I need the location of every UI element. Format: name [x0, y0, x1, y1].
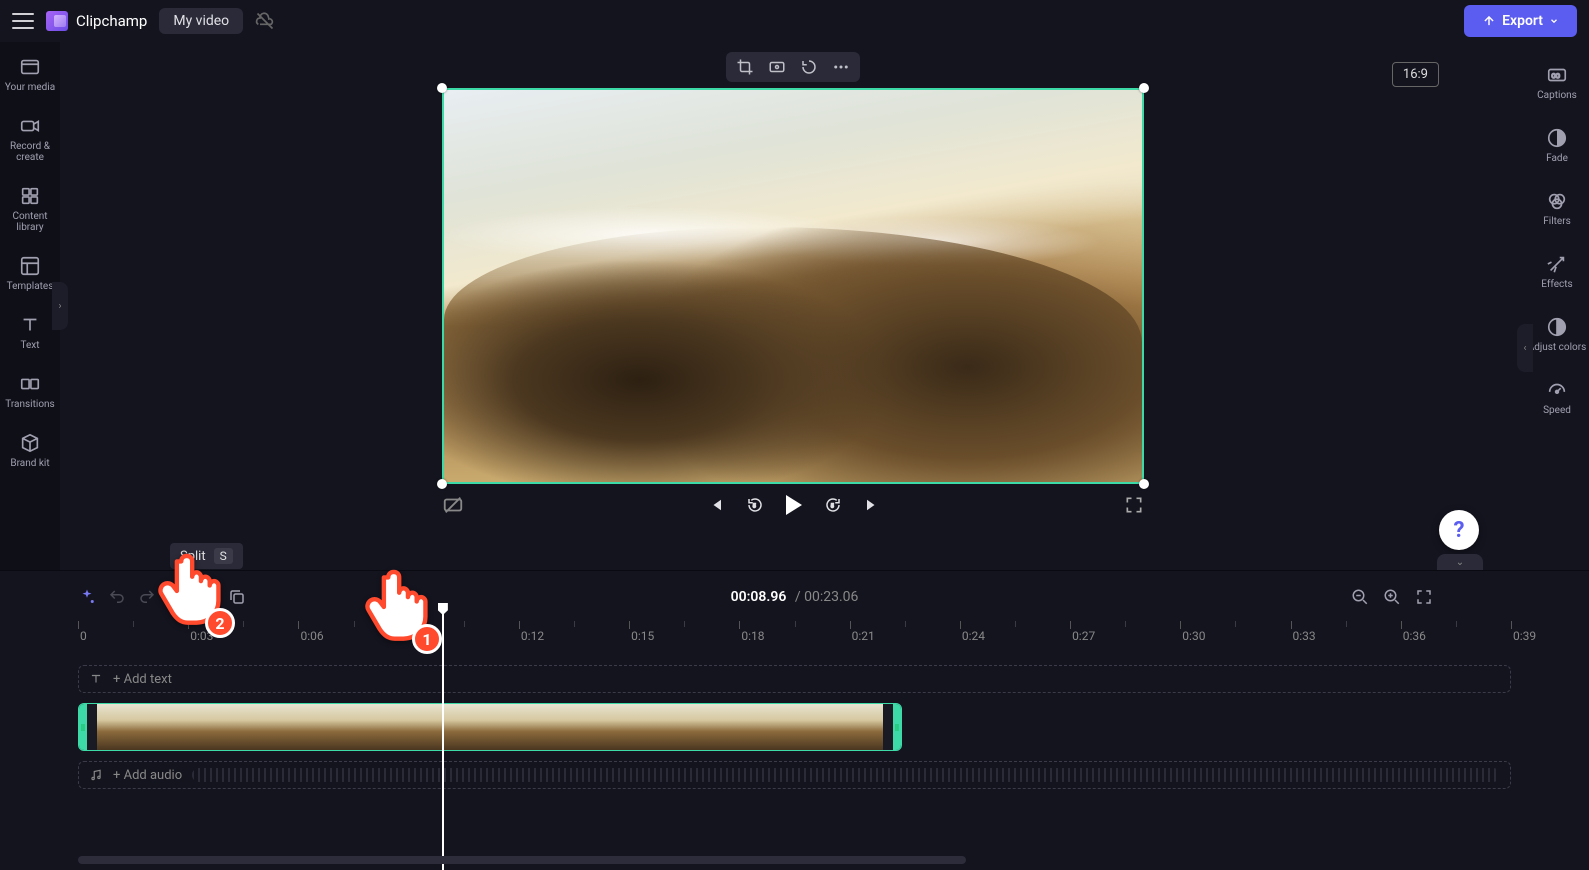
timeline-scrollbar[interactable] — [78, 856, 1511, 864]
zoom-out-icon[interactable] — [1351, 588, 1369, 606]
right-captions[interactable]: CC Captions — [1525, 60, 1589, 105]
playhead[interactable] — [442, 607, 444, 870]
effects-icon — [1546, 253, 1568, 275]
split-button[interactable] — [168, 588, 186, 606]
skip-forward-icon[interactable] — [864, 496, 882, 514]
fullscreen-icon[interactable] — [1124, 495, 1144, 515]
play-button[interactable] — [786, 495, 802, 515]
timeline-zoom — [1351, 588, 1433, 606]
export-label: Export — [1502, 13, 1543, 29]
project-title[interactable]: My video — [159, 8, 243, 34]
audio-track-hint: + Add audio — [113, 768, 182, 783]
right-sidebar-collapse[interactable]: ‹ — [1517, 324, 1533, 372]
split-tooltip: Split S — [170, 543, 243, 569]
skip-back-icon[interactable] — [706, 496, 724, 514]
export-button[interactable]: Export — [1464, 5, 1577, 37]
svg-text:5: 5 — [830, 503, 833, 509]
right-sidebar: CC Captions Fade Filters Effects Adjust … — [1525, 42, 1589, 570]
app-name: Clipchamp — [76, 12, 147, 30]
sidebar-transitions[interactable]: Transitions — [0, 369, 60, 414]
delete-icon[interactable] — [198, 588, 216, 606]
captions-icon: CC — [1546, 64, 1568, 86]
right-adjust-colors[interactable]: Adjust colors — [1525, 312, 1589, 357]
sidebar-text[interactable]: Text — [0, 310, 60, 355]
resize-handle-tl[interactable] — [437, 83, 447, 93]
timeline-panel: Split S 00:08.96 / 00:23.06 — [0, 570, 1589, 870]
preview-canvas[interactable] — [442, 88, 1144, 484]
sidebar-content-library[interactable]: Content library — [0, 181, 60, 237]
templates-icon — [19, 255, 41, 277]
rewind-icon[interactable]: 5 — [746, 496, 764, 514]
filters-icon — [1546, 190, 1568, 212]
clip-handle-left[interactable]: || — [79, 704, 87, 750]
undo-icon[interactable] — [108, 588, 126, 606]
left-sidebar: Your media Record & create Content libra… — [0, 42, 60, 570]
transitions-icon — [19, 373, 41, 395]
right-fade[interactable]: Fade — [1525, 123, 1589, 168]
svg-text:5: 5 — [752, 503, 755, 509]
fade-icon — [1546, 127, 1568, 149]
playback-controls: 5 5 — [474, 495, 1114, 515]
sidebar-templates[interactable]: Templates — [0, 251, 60, 296]
hide-icon[interactable] — [442, 494, 464, 516]
pip-icon[interactable] — [800, 58, 818, 76]
help-button[interactable]: ? — [1439, 510, 1479, 550]
aspect-ratio-badge[interactable]: 16:9 — [1392, 62, 1439, 87]
magic-icon[interactable] — [78, 588, 96, 606]
sidebar-brand-kit[interactable]: Brand kit — [0, 428, 60, 473]
library-icon — [19, 185, 41, 207]
resize-handle-bl[interactable] — [437, 479, 447, 489]
clipchamp-logo-icon — [46, 11, 68, 31]
canvas-area: 5 5 16:9 — [60, 42, 1525, 570]
cloud-off-icon[interactable] — [255, 11, 275, 31]
brand-kit-icon — [19, 432, 41, 454]
zoom-fit-icon[interactable] — [1415, 588, 1433, 606]
chevron-down-icon — [1549, 16, 1559, 26]
timeline-ruler[interactable]: 00:030:060:090:120:150:180:210:240:270:3… — [78, 617, 1511, 645]
zoom-in-icon[interactable] — [1383, 588, 1401, 606]
sidebar-record-create[interactable]: Record & create — [0, 111, 60, 167]
menu-hamburger[interactable] — [12, 13, 34, 29]
more-icon[interactable] — [832, 58, 850, 76]
audio-track[interactable]: + Add audio — [78, 761, 1511, 789]
svg-text:CC: CC — [1552, 72, 1560, 80]
camera-icon — [19, 115, 41, 137]
text-track-hint: + Add text — [113, 672, 172, 687]
right-effects[interactable]: Effects — [1525, 249, 1589, 294]
timeline-time: 00:08.96 / 00:23.06 — [731, 589, 859, 605]
canvas-toolbar — [726, 52, 860, 82]
redo-icon[interactable] — [138, 588, 156, 606]
audio-waveform-placeholder — [192, 768, 1500, 782]
adjust-colors-icon — [1546, 316, 1568, 338]
sidebar-your-media[interactable]: Your media — [0, 52, 60, 97]
video-track-clip[interactable]: || || — [78, 703, 902, 751]
scrollbar-thumb[interactable] — [78, 856, 966, 864]
resize-handle-br[interactable] — [1139, 479, 1149, 489]
media-icon — [19, 56, 41, 78]
right-filters[interactable]: Filters — [1525, 186, 1589, 231]
tooltip-label: Split — [180, 549, 206, 564]
forward-icon[interactable]: 5 — [824, 496, 842, 514]
text-track-icon — [89, 672, 103, 686]
duplicate-icon[interactable] — [228, 588, 246, 606]
right-speed[interactable]: Speed — [1525, 375, 1589, 420]
text-icon — [19, 314, 41, 336]
fit-icon[interactable] — [768, 58, 786, 76]
crop-icon[interactable] — [736, 58, 754, 76]
speed-icon — [1546, 379, 1568, 401]
timeline-collapse[interactable]: ⌄ — [1437, 554, 1483, 570]
text-track[interactable]: + Add text — [78, 665, 1511, 693]
resize-handle-tr[interactable] — [1139, 83, 1149, 93]
audio-track-icon — [89, 768, 103, 782]
app-brand: Clipchamp — [46, 11, 147, 31]
tooltip-key: S — [214, 548, 233, 564]
clip-handle-right[interactable]: || — [893, 704, 901, 750]
upload-icon — [1482, 14, 1496, 28]
timeline-toolbar: Split S 00:08.96 / 00:23.06 — [78, 579, 1511, 615]
